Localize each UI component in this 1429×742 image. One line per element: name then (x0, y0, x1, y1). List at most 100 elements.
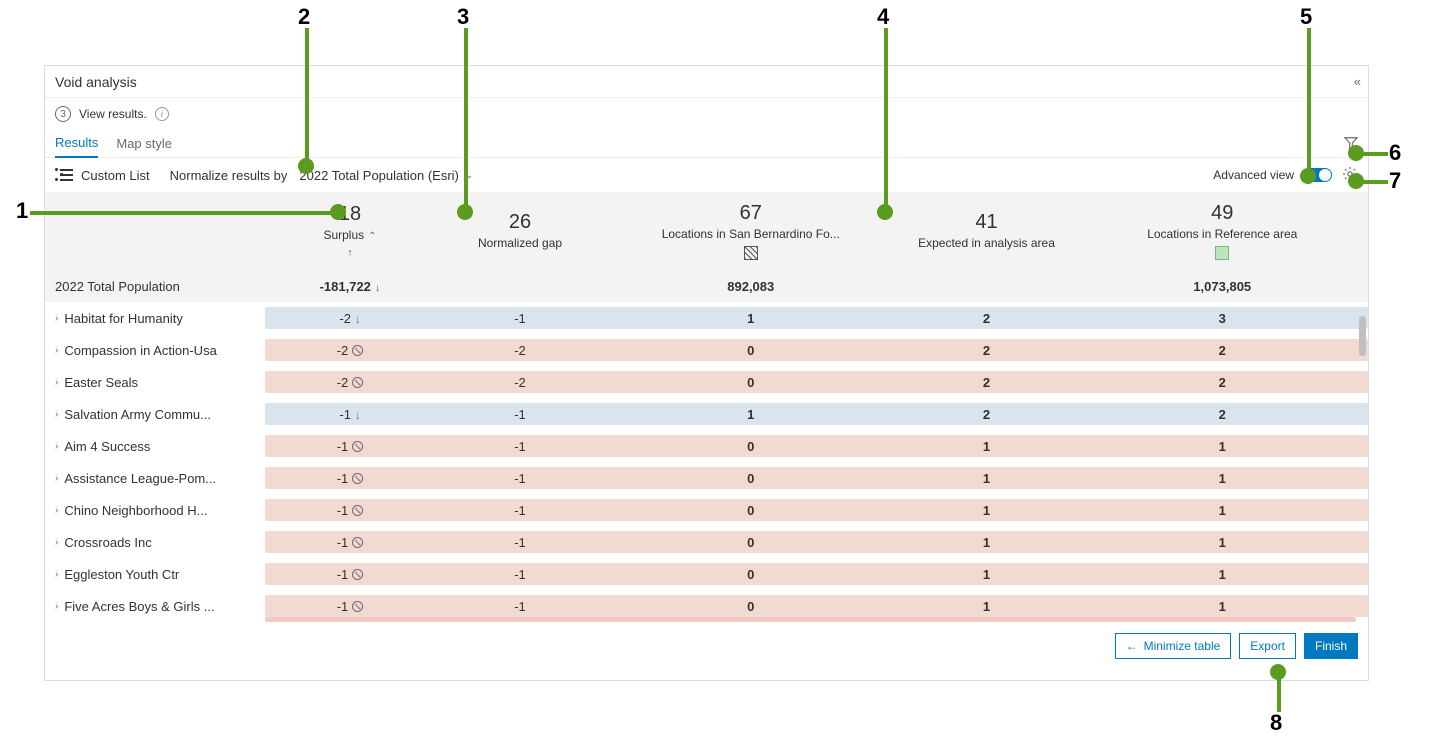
export-button[interactable]: Export (1239, 633, 1296, 659)
col-locations-san-bernardino[interactable]: 67 Locations in San Bernardino Fo... (605, 192, 897, 270)
finish-button[interactable]: Finish (1304, 633, 1358, 659)
cell-surplus: -1 (265, 503, 435, 518)
row-bar: -2-2022 (265, 371, 1368, 393)
locsan-count: 67 (740, 202, 762, 225)
table-row[interactable]: ›Easter Seals-2-2022 (45, 366, 1368, 398)
table-row[interactable]: ›Crossroads Inc-1-1011 (45, 526, 1368, 558)
table-row[interactable]: ›Habitat for Humanity-2↓-1123 (45, 302, 1368, 334)
callout-dot-3 (457, 204, 473, 220)
table-row[interactable]: ›Compassion in Action-Usa-2-2022 (45, 334, 1368, 366)
row-bar: -1-1011 (265, 467, 1368, 489)
chevron-right-icon[interactable]: › (55, 473, 58, 484)
sort-asc-icon: ⌃ (368, 231, 376, 242)
cell-locsan: 0 (605, 535, 897, 550)
cell-expected: 1 (897, 567, 1077, 582)
chevron-right-icon[interactable]: › (55, 441, 58, 452)
callout-5: 5 (1300, 4, 1312, 30)
locref-count: 49 (1211, 202, 1233, 225)
arrow-down-icon: ↓ (355, 410, 361, 422)
cell-normgap: -1 (435, 535, 605, 550)
chevron-right-icon[interactable]: › (55, 377, 58, 388)
callout-dot-2 (298, 158, 314, 174)
green-swatch-icon (1215, 246, 1229, 260)
results-table: 18 Surplus⌃ ↑ 26 Normalized gap 67 Locat… (45, 192, 1368, 624)
cell-normgap: -2 (435, 343, 605, 358)
cell-locsan: 0 (605, 471, 897, 486)
cell-locref: 2 (1077, 343, 1369, 358)
table-row[interactable]: ›Salvation Army Commu...-1↓-1122 (45, 398, 1368, 430)
tab-map-style[interactable]: Map style (116, 136, 172, 157)
row-label: ›Compassion in Action-Usa (45, 343, 265, 358)
row-label: ›Chino Neighborhood H... (45, 503, 265, 518)
cell-locsan: 1 (605, 311, 897, 326)
callout-dot-7 (1348, 173, 1364, 189)
normalize-label: Normalize results by (170, 168, 288, 183)
chevron-right-icon[interactable]: › (55, 313, 58, 324)
cell-normgap: -1 (435, 471, 605, 486)
vertical-scrollbar[interactable] (1359, 316, 1366, 356)
col-surplus[interactable]: 18 Surplus⌃ ↑ (265, 192, 435, 270)
cell-locref: 1 (1077, 535, 1369, 550)
normalize-select[interactable]: 2022 Total Population (Esri) ⌄ (299, 168, 473, 183)
null-icon (352, 601, 363, 612)
step-text: View results. (79, 107, 147, 121)
normalize-value: 2022 Total Population (Esri) (299, 168, 458, 183)
custom-list-button[interactable]: Custom List (55, 168, 150, 183)
totals-surplus: -181,722↓ (265, 279, 435, 294)
row-label: ›Habitat for Humanity (45, 311, 265, 326)
table-row[interactable]: ›Aim 4 Success-1-1011 (45, 430, 1368, 462)
callout-line-6 (1360, 152, 1388, 156)
null-icon (352, 377, 363, 388)
totals-locref: 1,073,805 (1077, 279, 1369, 294)
chevron-right-icon[interactable]: › (55, 505, 58, 516)
chevron-right-icon[interactable]: › (55, 537, 58, 548)
callout-line-7 (1360, 180, 1388, 184)
chevron-right-icon[interactable]: › (55, 345, 58, 356)
callout-1: 1 (16, 198, 28, 224)
list-icon (55, 168, 73, 182)
col-locations-reference[interactable]: 49 Locations in Reference area (1077, 192, 1369, 270)
row-label: ›Easter Seals (45, 375, 265, 390)
col-expected[interactable]: 41 Expected in analysis area (897, 192, 1077, 270)
chevron-right-icon[interactable]: › (55, 409, 58, 420)
row-label: ›Assistance League-Pom... (45, 471, 265, 486)
row-bar: -1-1011 (265, 499, 1368, 521)
cell-surplus: -1 (265, 471, 435, 486)
chevron-right-icon[interactable]: › (55, 569, 58, 580)
table-row[interactable]: ›Chino Neighborhood H...-1-1011 (45, 494, 1368, 526)
null-icon (352, 473, 363, 484)
row-bar: -1-1011 (265, 563, 1368, 585)
callout-7: 7 (1389, 168, 1401, 194)
cell-locsan: 0 (605, 343, 897, 358)
cell-locref: 1 (1077, 599, 1369, 614)
chevron-right-icon[interactable]: › (55, 601, 58, 612)
collapse-panel-icon[interactable]: « (1354, 74, 1358, 89)
cell-surplus: -1 (265, 535, 435, 550)
col-normalized-gap[interactable]: 26 Normalized gap (435, 192, 605, 270)
cell-locsan: 0 (605, 599, 897, 614)
cell-expected: 2 (897, 375, 1077, 390)
row-bar: -1↓-1122 (265, 403, 1368, 425)
advanced-view-label: Advanced view (1213, 168, 1294, 182)
totals-row: 2022 Total Population -181,722↓ 892,083 … (45, 270, 1368, 302)
horizontal-scrollbar[interactable] (265, 617, 1356, 622)
cell-locref: 3 (1077, 311, 1369, 326)
callout-dot-4 (877, 204, 893, 220)
cell-surplus: -1 (265, 567, 435, 582)
callout-dot-8 (1270, 664, 1286, 680)
row-bar: -1-1011 (265, 595, 1368, 617)
callout-line-1 (30, 211, 334, 215)
table-row[interactable]: ›Eggleston Youth Ctr-1-1011 (45, 558, 1368, 590)
table-row[interactable]: ›Assistance League-Pom...-1-1011 (45, 462, 1368, 494)
tab-results[interactable]: Results (55, 135, 98, 158)
cell-surplus: -2↓ (265, 311, 435, 326)
step-row: 3 View results. i (45, 98, 1368, 130)
totals-locsan: 892,083 (605, 279, 897, 294)
cell-expected: 2 (897, 311, 1077, 326)
minimize-table-button[interactable]: ← Minimize table (1115, 633, 1232, 659)
row-label: ›Aim 4 Success (45, 439, 265, 454)
cell-expected: 2 (897, 407, 1077, 422)
cell-expected: 1 (897, 535, 1077, 550)
info-icon[interactable]: i (155, 107, 169, 121)
arrow-left-icon: ← (1126, 639, 1138, 653)
